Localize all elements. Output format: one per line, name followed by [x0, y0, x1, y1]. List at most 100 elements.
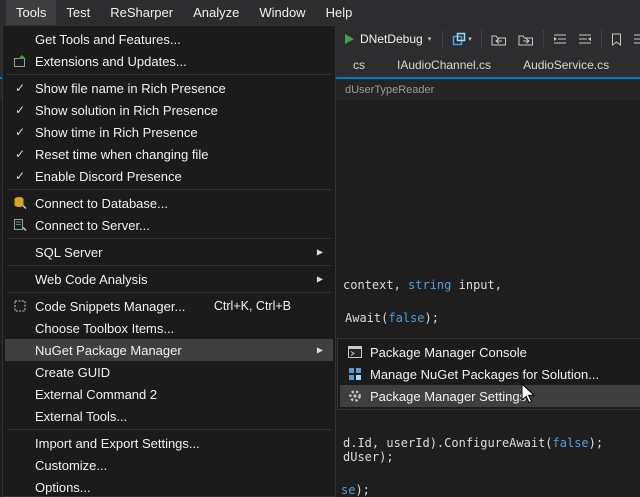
- menu-item-label: SQL Server: [35, 245, 102, 260]
- snippets-icon: [13, 299, 27, 313]
- menu-item-external-tools[interactable]: External Tools...: [5, 405, 333, 427]
- menu-bar: Tools Test ReSharper Analyze Window Help: [0, 0, 640, 25]
- menu-item-external-command-2[interactable]: External Command 2: [5, 383, 333, 405]
- menu-gutter: ✓: [5, 169, 35, 183]
- tabs: cs IAudioChannel.cs AudioService.cs: [337, 53, 625, 77]
- menubar-item-resharper[interactable]: ReSharper: [100, 0, 183, 25]
- submenu-item-package-manager-settings[interactable]: Package Manager Settings: [340, 385, 640, 407]
- check-icon: ✓: [15, 169, 25, 183]
- menu-item-label: Web Code Analysis: [35, 272, 148, 287]
- menu-item-sql-server[interactable]: SQL Server ▶: [5, 241, 333, 263]
- navigate-forward-button[interactable]: [516, 31, 536, 48]
- list-icon: [633, 33, 640, 45]
- check-icon: ✓: [15, 81, 25, 95]
- menu-item-extensions-and-updates[interactable]: Extensions and Updates...: [5, 50, 333, 72]
- menubar-item-tools[interactable]: Tools: [6, 0, 56, 25]
- code-keyword: false: [388, 311, 424, 325]
- decrease-indent-button[interactable]: [551, 31, 569, 47]
- start-debug-button[interactable]: DNetDebug ▾: [340, 30, 435, 48]
- run-config-label: DNetDebug: [360, 32, 423, 46]
- menu-item-nuget-package-manager[interactable]: NuGet Package Manager ▶: [5, 339, 333, 361]
- menu-item-show-solution-rich-presence[interactable]: ✓ Show solution in Rich Presence: [5, 99, 333, 121]
- console-icon: [348, 346, 362, 358]
- menu-item-label: Show time in Rich Presence: [35, 125, 198, 140]
- menu-item-label: Reset time when changing file: [35, 147, 208, 162]
- code-text: );: [589, 436, 603, 450]
- outdent-icon: [553, 33, 567, 45]
- menu-item-get-tools-and-features[interactable]: Get Tools and Features...: [5, 28, 333, 50]
- menu-item-connect-to-server[interactable]: Connect to Server...: [5, 214, 333, 236]
- menu-item-reset-time-changing-file[interactable]: ✓ Reset time when changing file: [5, 143, 333, 165]
- submenu-arrow-icon: ▶: [317, 248, 323, 257]
- menu-item-web-code-analysis[interactable]: Web Code Analysis ▶: [5, 268, 333, 290]
- nuget-grid-icon: [348, 367, 362, 381]
- navigate-backward-button[interactable]: [489, 31, 509, 48]
- menu-item-label: Create GUID: [35, 365, 110, 380]
- menu-item-label: Import and Export Settings...: [35, 436, 200, 451]
- toolbar-separator: [481, 30, 482, 48]
- toggle-bookmark-button[interactable]: [609, 31, 624, 48]
- tab-iaudiochannel[interactable]: IAudioChannel.cs: [381, 53, 507, 77]
- toolbar-separator: [601, 30, 602, 48]
- menu-item-enable-discord-presence[interactable]: ✓ Enable Discord Presence: [5, 165, 333, 187]
- menu-item-label: NuGet Package Manager: [35, 343, 182, 358]
- menu-item-code-snippets-manager[interactable]: Code Snippets Manager... Ctrl+K, Ctrl+B: [5, 295, 333, 317]
- menu-gutter: [340, 367, 370, 381]
- menu-item-customize[interactable]: Customize...: [5, 454, 333, 476]
- menu-item-choose-toolbox-items[interactable]: Choose Toolbox Items...: [5, 317, 333, 339]
- code-keyword: se: [341, 483, 355, 497]
- menu-item-options[interactable]: Options...: [5, 476, 333, 497]
- task-list-button[interactable]: [631, 31, 640, 47]
- attach-icon: [452, 32, 466, 46]
- menu-gutter: ✓: [5, 103, 35, 117]
- code-text: );: [355, 483, 369, 497]
- increase-indent-button[interactable]: [576, 31, 594, 47]
- menubar-item-window[interactable]: Window: [249, 0, 315, 25]
- menu-item-shortcut: Ctrl+K, Ctrl+B: [214, 299, 333, 313]
- code-line: Await(false);: [345, 311, 439, 325]
- menu-item-label: External Tools...: [35, 409, 127, 424]
- menu-item-label: Connect to Server...: [35, 218, 150, 233]
- tab-file-partial[interactable]: cs: [337, 53, 381, 77]
- menu-item-show-time-rich-presence[interactable]: ✓ Show time in Rich Presence: [5, 121, 333, 143]
- tab-audioservice[interactable]: AudioService.cs: [507, 53, 625, 77]
- menu-item-label: Get Tools and Features...: [35, 32, 181, 47]
- code-line: d.Id, userId).ConfigureAwait(false);: [343, 436, 603, 450]
- attach-process-button[interactable]: ▾: [450, 30, 474, 48]
- visual-studio-window: Tools Test ReSharper Analyze Window Help…: [0, 0, 640, 497]
- code-keyword: string: [408, 278, 451, 292]
- tab-label: AudioService.cs: [523, 58, 609, 72]
- submenu-arrow-icon: ▶: [317, 275, 323, 284]
- submenu-item-package-manager-console[interactable]: Package Manager Console: [340, 341, 640, 363]
- menu-item-import-export-settings[interactable]: Import and Export Settings...: [5, 432, 333, 454]
- submenu-item-manage-nuget-packages[interactable]: Manage NuGet Packages for Solution...: [340, 363, 640, 385]
- menu-gutter: [5, 54, 35, 68]
- menu-item-label: Enable Discord Presence: [35, 169, 182, 184]
- menu-item-label: Connect to Database...: [35, 196, 168, 211]
- check-icon: ✓: [15, 147, 25, 161]
- tab-label: cs: [353, 58, 365, 72]
- play-icon: [344, 33, 355, 45]
- database-icon: [13, 196, 27, 210]
- menubar-item-analyze[interactable]: Analyze: [183, 0, 249, 25]
- menu-item-label: Options...: [35, 480, 91, 495]
- menu-gutter: [5, 196, 35, 210]
- menu-item-create-guid[interactable]: Create GUID: [5, 361, 333, 383]
- code-text: input,: [451, 278, 502, 292]
- menubar-item-help[interactable]: Help: [316, 0, 363, 25]
- menu-item-label: Code Snippets Manager...: [35, 299, 185, 314]
- menu-gutter: [340, 389, 370, 403]
- menu-separator: [7, 265, 331, 266]
- menu-item-connect-to-database[interactable]: Connect to Database...: [5, 192, 333, 214]
- menu-item-label: Show file name in Rich Presence: [35, 81, 226, 96]
- toolbar-content: DNetDebug ▾ ▾: [340, 25, 640, 53]
- member-dropdown[interactable]: dUserTypeReader: [345, 79, 434, 100]
- menu-separator: [7, 189, 331, 190]
- menubar-item-test[interactable]: Test: [56, 0, 100, 25]
- menu-item-show-file-name-rich-presence[interactable]: ✓ Show file name in Rich Presence: [5, 77, 333, 99]
- check-icon: ✓: [15, 103, 25, 117]
- toolbar-separator: [442, 30, 443, 48]
- menu-item-label: Extensions and Updates...: [35, 54, 187, 69]
- code-text: );: [424, 311, 438, 325]
- indent-icon: [578, 33, 592, 45]
